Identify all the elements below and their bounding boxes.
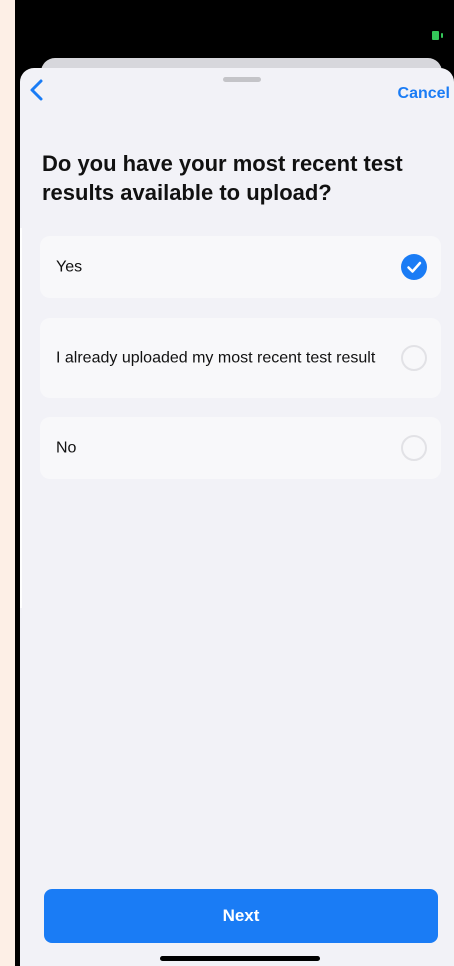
option-label: No bbox=[56, 439, 77, 457]
checkmark-circle-icon[interactable] bbox=[401, 254, 427, 280]
chevron-left-icon bbox=[30, 79, 43, 101]
cancel-button[interactable]: Cancel bbox=[398, 85, 450, 103]
radio-unchecked-icon[interactable] bbox=[401, 435, 427, 461]
phone-screen: Cancel Do you have your most recent test… bbox=[15, 0, 454, 966]
battery-icon bbox=[432, 30, 446, 40]
option-no[interactable]: No bbox=[40, 417, 441, 479]
sheet-grabber[interactable] bbox=[223, 77, 261, 82]
modal-sheet: Cancel Do you have your most recent test… bbox=[20, 68, 454, 966]
option-yes[interactable]: Yes bbox=[40, 236, 441, 298]
radio-unchecked-icon[interactable] bbox=[401, 345, 427, 371]
option-label: I already uploaded my most recent test r… bbox=[56, 349, 376, 367]
next-button[interactable]: Next bbox=[44, 889, 438, 943]
option-already-uploaded[interactable]: I already uploaded my most recent test r… bbox=[40, 318, 441, 398]
back-button[interactable] bbox=[26, 78, 50, 102]
divider bbox=[20, 228, 22, 608]
option-label: Yes bbox=[56, 258, 83, 276]
home-indicator bbox=[160, 956, 320, 961]
question-title: Do you have your most recent test result… bbox=[42, 151, 403, 205]
